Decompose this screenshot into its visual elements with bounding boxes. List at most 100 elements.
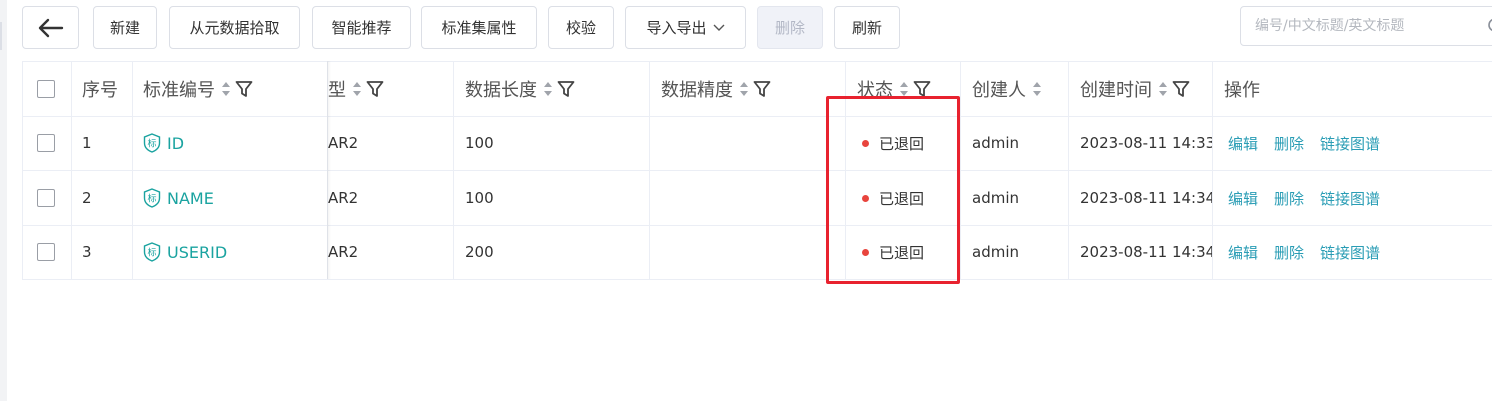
panel-divider <box>0 22 2 50</box>
import-export-dropdown[interactable]: 导入导出 <box>625 6 746 49</box>
row-actions: 编辑 删除 链接图谱 <box>1228 225 1492 279</box>
row-checkbox[interactable] <box>37 243 55 261</box>
row-creator: admin <box>972 243 1019 261</box>
search-box <box>1240 6 1492 46</box>
row-length: 100 <box>465 189 494 207</box>
row-creator: admin <box>972 134 1019 152</box>
pick-from-metadata-button[interactable]: 从元数据拾取 <box>169 6 300 49</box>
status-highlight-box <box>826 96 960 284</box>
header-created-time: 创建时间 <box>1080 61 1210 116</box>
filter-icon[interactable] <box>913 80 931 98</box>
row-index: 3 <box>82 243 92 261</box>
delete-link[interactable]: 删除 <box>1274 133 1304 154</box>
delete-button[interactable]: 删除 <box>757 6 823 49</box>
link-graph-link[interactable]: 链接图谱 <box>1320 133 1380 154</box>
select-all-checkbox[interactable] <box>37 79 55 98</box>
sort-icon[interactable] <box>1158 81 1168 97</box>
chevron-down-icon <box>713 24 724 31</box>
row-created-time: 2023-08-11 14:34 <box>1080 243 1212 261</box>
delete-link[interactable]: 删除 <box>1274 242 1304 263</box>
standard-set-attributes-button[interactable]: 标准集属性 <box>421 6 537 49</box>
standard-badge-icon: 标 <box>143 242 161 262</box>
row-checkbox[interactable] <box>37 134 55 152</box>
code-link[interactable]: USERID <box>167 243 227 262</box>
refresh-button[interactable]: 刷新 <box>834 6 900 49</box>
link-graph-link[interactable]: 链接图谱 <box>1320 242 1380 263</box>
standard-badge-label: 标 <box>147 247 156 259</box>
smart-recommend-button[interactable]: 智能推荐 <box>312 6 411 49</box>
row-code[interactable]: 标 NAME <box>143 171 323 225</box>
col-divider <box>1068 61 1069 280</box>
row-length: 100 <box>465 134 494 152</box>
table-row-checkbox-cell <box>37 171 57 225</box>
col-divider <box>960 61 961 280</box>
sort-icon[interactable] <box>1032 81 1042 97</box>
row-code[interactable]: 标 USERID <box>143 225 323 279</box>
link-graph-link[interactable]: 链接图谱 <box>1320 188 1380 209</box>
row-length: 200 <box>465 243 494 261</box>
header-precision: 数据精度 <box>661 61 841 116</box>
header-length: 数据长度 <box>465 61 645 116</box>
col-divider <box>649 61 650 280</box>
code-link[interactable]: NAME <box>167 189 214 208</box>
filter-icon[interactable] <box>235 80 253 98</box>
row-type: AR2 <box>328 243 359 261</box>
new-button[interactable]: 新建 <box>93 6 157 49</box>
standard-badge-label: 标 <box>147 193 156 205</box>
header-actions: 操作 <box>1224 61 1324 116</box>
row-precision <box>661 171 841 225</box>
edit-link[interactable]: 编辑 <box>1228 188 1258 209</box>
filter-icon[interactable] <box>1172 80 1190 98</box>
header-type-label: 型 <box>328 79 346 101</box>
col-divider <box>22 61 23 280</box>
col-divider <box>1212 61 1213 280</box>
row-type: AR2 <box>328 134 359 152</box>
row-actions: 编辑 删除 链接图谱 <box>1228 116 1492 170</box>
col-divider <box>71 61 72 280</box>
col-divider <box>132 61 133 280</box>
edit-link[interactable]: 编辑 <box>1228 133 1258 154</box>
row-creator: admin <box>972 189 1019 207</box>
search-icon[interactable] <box>1485 17 1492 37</box>
filter-icon[interactable] <box>753 80 771 98</box>
header-type: 型 <box>328 61 450 116</box>
standard-badge-icon: 标 <box>143 133 161 153</box>
import-export-label: 导入导出 <box>646 19 707 37</box>
standard-badge-icon: 标 <box>143 188 161 208</box>
edit-link[interactable]: 编辑 <box>1228 242 1258 263</box>
search-input[interactable] <box>1255 18 1465 34</box>
row-code[interactable]: 标 ID <box>143 116 323 170</box>
header-precision-label: 数据精度 <box>661 79 733 101</box>
col-divider <box>453 61 454 280</box>
sort-icon[interactable] <box>543 81 553 97</box>
filter-icon[interactable] <box>366 80 384 98</box>
table-border-bottom <box>22 279 1492 280</box>
toolbar: 新建 从元数据拾取 智能推荐 标准集属性 校验 导入导出 删除 刷新 <box>22 6 1492 50</box>
validate-button[interactable]: 校验 <box>548 6 614 49</box>
standards-table: 序号 标准编号 型 数据长度 数据精度 状态 创建人 创建时间 操作 1 标 I… <box>22 61 1492 280</box>
sort-icon[interactable] <box>899 81 909 97</box>
header-creator: 创建人 <box>972 61 1066 116</box>
sort-icon[interactable] <box>221 81 231 97</box>
header-creator-label: 创建人 <box>972 79 1026 101</box>
row-created-time: 2023-08-11 14:34 <box>1080 189 1212 207</box>
header-code-label: 标准编号 <box>143 79 215 101</box>
code-link[interactable]: ID <box>167 134 184 153</box>
header-index: 序号 <box>82 61 130 116</box>
header-created-time-label: 创建时间 <box>1080 79 1152 101</box>
row-precision <box>661 225 841 279</box>
sort-icon[interactable] <box>739 81 749 97</box>
back-button[interactable] <box>22 6 79 49</box>
row-actions: 编辑 删除 链接图谱 <box>1228 171 1492 225</box>
filter-icon[interactable] <box>557 80 575 98</box>
header-code: 标准编号 <box>143 61 323 116</box>
header-index-label: 序号 <box>82 79 118 101</box>
header-length-label: 数据长度 <box>465 79 537 101</box>
row-checkbox[interactable] <box>37 189 55 207</box>
row-type: AR2 <box>328 189 359 207</box>
table-row-checkbox-cell <box>37 225 57 279</box>
row-created-time: 2023-08-11 14:33 <box>1080 134 1212 152</box>
delete-link[interactable]: 删除 <box>1274 188 1304 209</box>
row-index: 2 <box>82 189 92 207</box>
sort-icon[interactable] <box>352 81 362 97</box>
